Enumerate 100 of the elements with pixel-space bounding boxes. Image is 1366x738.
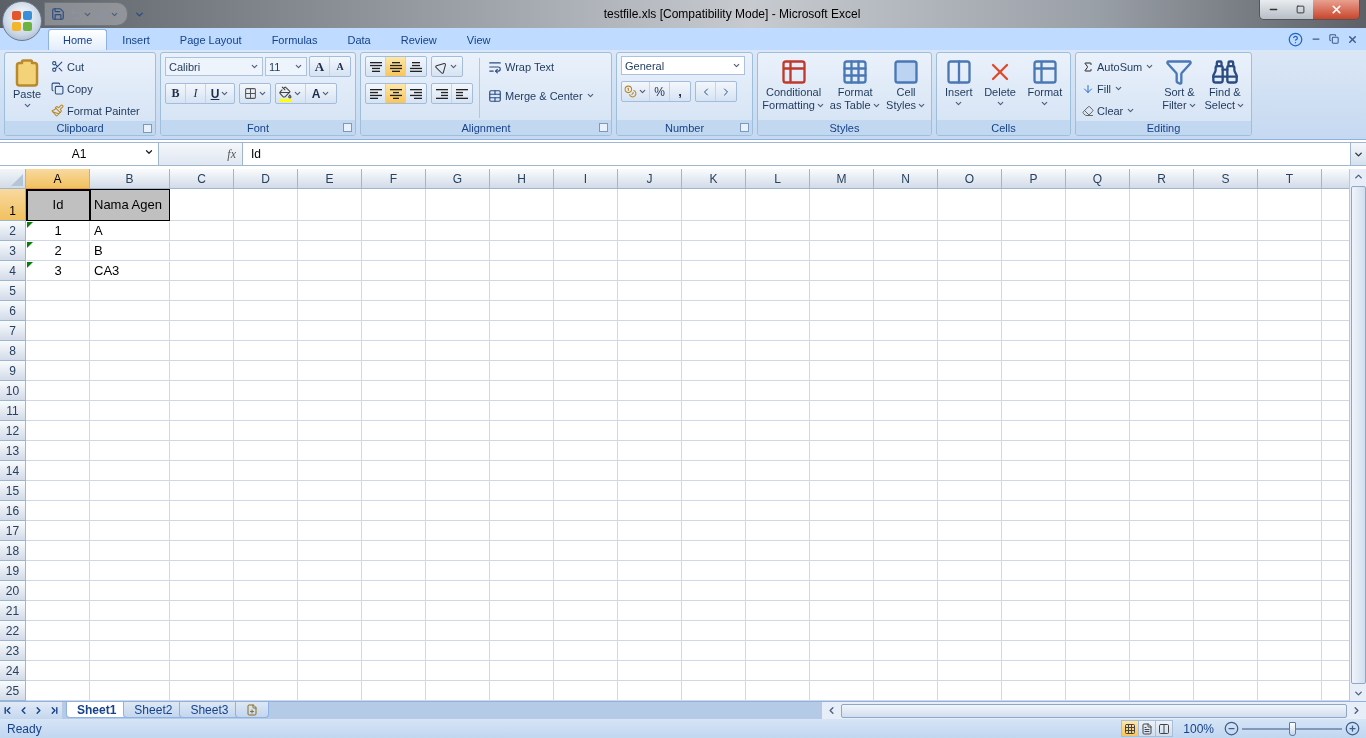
dialog-launcher-button[interactable] xyxy=(740,123,749,132)
row-header[interactable]: 15 xyxy=(0,481,26,501)
autosum-button[interactable]: AutoSum xyxy=(1080,56,1157,77)
row-header[interactable]: 18 xyxy=(0,541,26,561)
insert-sheet-button[interactable] xyxy=(235,702,270,718)
grow-font-button[interactable]: A xyxy=(310,57,330,76)
bold-button[interactable]: B xyxy=(166,84,186,103)
restore-button[interactable] xyxy=(1329,34,1339,44)
ribbon-tab[interactable]: Home xyxy=(48,29,108,50)
column-header[interactable]: S xyxy=(1194,169,1258,189)
row-header[interactable]: 13 xyxy=(0,441,26,461)
row-header[interactable]: 25 xyxy=(0,681,26,701)
office-button[interactable] xyxy=(2,1,42,41)
ribbon-tab[interactable]: Insert xyxy=(107,29,165,50)
normal-view-button[interactable] xyxy=(1121,720,1140,737)
copy-button[interactable]: Copy xyxy=(49,78,142,99)
row-header[interactable]: 16 xyxy=(0,501,26,521)
scrollbar-thumb[interactable] xyxy=(841,703,1347,718)
style-button[interactable]: Conditional Formatting xyxy=(762,56,826,120)
column-header[interactable]: P xyxy=(1002,169,1066,189)
minimize-button[interactable] xyxy=(1260,0,1287,19)
column-header[interactable]: A xyxy=(26,169,90,189)
row-header[interactable]: 19 xyxy=(0,561,26,581)
scrollbar-thumb[interactable] xyxy=(1350,186,1366,684)
row-header[interactable]: 8 xyxy=(0,341,26,361)
ribbon-tab[interactable]: Formulas xyxy=(256,29,333,50)
fill-color-button[interactable] xyxy=(276,84,306,103)
dialog-launcher-button[interactable] xyxy=(143,124,152,133)
font-size-field[interactable]: 11 xyxy=(265,57,307,76)
cells-button[interactable]: Format xyxy=(1025,56,1065,120)
column-header[interactable]: C xyxy=(170,169,234,189)
format-painter-button[interactable]: Format Painter xyxy=(49,100,142,121)
row-header[interactable]: 20 xyxy=(0,581,26,601)
percent-button[interactable]: % xyxy=(650,82,670,101)
column-header[interactable]: I xyxy=(554,169,618,189)
column-header[interactable]: N xyxy=(874,169,938,189)
cells-button[interactable]: Delete xyxy=(982,56,1018,120)
row-header[interactable]: 21 xyxy=(0,601,26,621)
row-header[interactable]: 5 xyxy=(0,281,26,301)
sort-filter-button[interactable]: Sort & Filter xyxy=(1160,56,1199,121)
ribbon-tab[interactable]: Page Layout xyxy=(164,29,257,50)
column-header[interactable]: L xyxy=(746,169,810,189)
font-name-field[interactable]: Calibri xyxy=(165,57,263,76)
help-button[interactable] xyxy=(1288,31,1303,47)
wrap-text-button[interactable]: Wrap Text xyxy=(486,56,597,77)
dialog-launcher-button[interactable] xyxy=(343,123,352,132)
ribbon-tab[interactable]: View xyxy=(451,29,506,50)
row-header[interactable]: 1 xyxy=(0,189,26,221)
cut-button[interactable]: Cut xyxy=(49,56,142,77)
page-layout-view-button[interactable] xyxy=(1138,720,1157,737)
fill-button[interactable]: Fill xyxy=(1080,78,1157,99)
column-header[interactable]: R xyxy=(1130,169,1194,189)
ribbon-tab[interactable]: Review xyxy=(385,29,452,50)
italic-button[interactable]: I xyxy=(186,84,206,103)
clear-button[interactable]: Clear xyxy=(1080,100,1157,121)
underline-button[interactable]: U xyxy=(206,84,234,103)
close-button[interactable] xyxy=(1313,0,1359,19)
column-header[interactable]: F xyxy=(362,169,426,189)
comma-button[interactable]: , xyxy=(670,82,690,101)
style-button[interactable]: Format as Table xyxy=(829,56,882,120)
column-header[interactable]: D xyxy=(234,169,298,189)
column-header[interactable]: H xyxy=(490,169,554,189)
dialog-launcher-button[interactable] xyxy=(599,123,608,132)
row-header[interactable]: 6 xyxy=(0,301,26,321)
slider-thumb[interactable] xyxy=(1289,721,1296,736)
close-button[interactable] xyxy=(1347,33,1358,45)
column-header[interactable]: J xyxy=(618,169,682,189)
insert-function-button[interactable]: fx xyxy=(227,146,236,162)
number-format-field[interactable]: General xyxy=(621,56,745,75)
row-header[interactable]: 7 xyxy=(0,321,26,341)
row-header[interactable]: 12 xyxy=(0,421,26,441)
formula-field[interactable]: Id xyxy=(243,143,1350,165)
row-header[interactable]: 14 xyxy=(0,461,26,481)
currency-button[interactable] xyxy=(622,82,650,101)
column-header[interactable]: E xyxy=(298,169,362,189)
row-header[interactable]: 4 xyxy=(0,261,26,281)
column-header[interactable]: O xyxy=(938,169,1002,189)
find-select-button[interactable]: Find & Select xyxy=(1202,56,1247,121)
column-header[interactable]: Q xyxy=(1066,169,1130,189)
row-header[interactable]: 3 xyxy=(0,241,26,261)
column-header[interactable]: B xyxy=(90,169,170,189)
row-header[interactable]: 2 xyxy=(0,221,26,241)
column-header[interactable]: T xyxy=(1258,169,1322,189)
expand-formula-button[interactable] xyxy=(1350,143,1366,165)
horizontal-align-button[interactable] xyxy=(386,84,406,103)
zoom-in-button[interactable] xyxy=(1345,721,1360,736)
shrink-font-button[interactable]: A xyxy=(330,57,350,76)
row-header[interactable]: 23 xyxy=(0,641,26,661)
vertical-align-button[interactable] xyxy=(386,57,406,76)
ribbon-tab[interactable]: Data xyxy=(332,29,386,50)
column-header[interactable]: M xyxy=(810,169,874,189)
row-header[interactable]: 10 xyxy=(0,381,26,401)
row-header[interactable]: 24 xyxy=(0,661,26,681)
cells-button[interactable]: Insert xyxy=(942,56,975,120)
row-header[interactable]: 11 xyxy=(0,401,26,421)
page-break-view-button[interactable] xyxy=(1155,720,1174,737)
style-button[interactable]: Cell Styles xyxy=(885,56,927,120)
maximize-button[interactable] xyxy=(1287,0,1313,19)
row-header[interactable]: 17 xyxy=(0,521,26,541)
column-header[interactable]: K xyxy=(682,169,746,189)
